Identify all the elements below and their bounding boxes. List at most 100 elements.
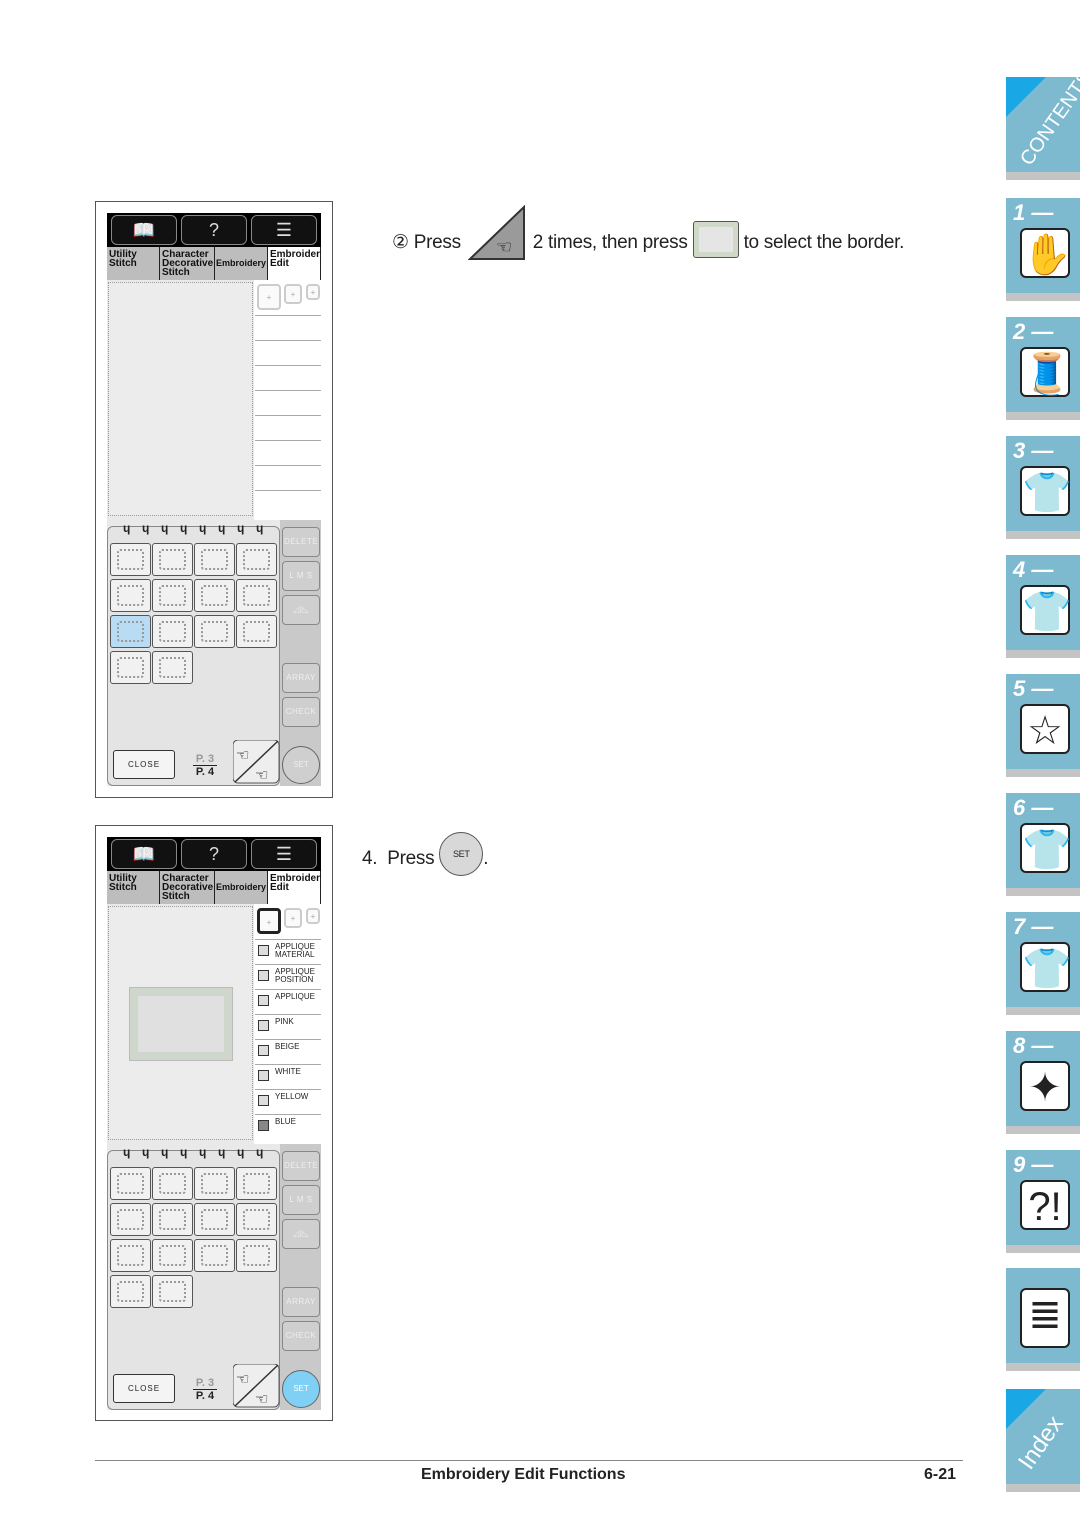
border-pattern-1[interactable] [110, 543, 151, 576]
check-button[interactable]: CHECK [282, 697, 320, 727]
border-pattern-6[interactable] [152, 579, 193, 612]
border-pattern-12[interactable] [236, 1239, 277, 1272]
page-turn-button[interactable]: ☜ ☜ [232, 1363, 280, 1408]
help-machine-icon[interactable]: ? [181, 839, 247, 869]
side-tab-4[interactable]: 4 — 👕 [1006, 555, 1080, 650]
page-turn-button[interactable]: ☜ ☜ [232, 739, 280, 784]
border-pattern-4[interactable] [236, 543, 277, 576]
border-pattern-2[interactable] [152, 543, 193, 576]
array-button[interactable]: ARRAY [282, 663, 320, 693]
side-tab-2[interactable]: 2 — 🧵 [1006, 317, 1080, 412]
thread-spool-icon [258, 1020, 269, 1031]
side-tab-appendix[interactable]: ≣ [1006, 1268, 1080, 1363]
side-tab-3[interactable]: 3 — 👕 [1006, 436, 1080, 531]
delete-button[interactable]: DELETE [282, 527, 320, 557]
pattern-outline [117, 549, 144, 570]
lms-button[interactable]: L M S [282, 561, 320, 591]
set-button[interactable]: SET [282, 1370, 320, 1408]
book-icon[interactable]: 📖 [111, 215, 177, 245]
footer-page-number: 6-21 [924, 1466, 957, 1483]
border-pattern-14[interactable] [152, 1275, 193, 1308]
border-pattern-7[interactable] [194, 1203, 235, 1236]
border-pattern-8[interactable] [236, 579, 277, 612]
tab-embroidery[interactable]: Embroidery [215, 871, 268, 904]
border-pattern-11[interactable] [194, 615, 235, 648]
machine-maintenance-icon: ✦ [1020, 1061, 1070, 1111]
border-pattern-5[interactable] [110, 1203, 151, 1236]
border-pattern-1[interactable] [110, 1167, 151, 1200]
tab-embroidery-edit[interactable]: Embroidery Edit [268, 247, 321, 280]
step-text-end: . [483, 848, 489, 870]
border-pattern-9[interactable] [110, 615, 151, 648]
set-button[interactable]: SET [282, 746, 320, 784]
tab-utility-stitch[interactable]: Utility Stitch [107, 247, 160, 280]
close-button[interactable]: CLOSE [113, 1374, 175, 1403]
thread-color-label: APPLIQUE MATERIAL [275, 942, 316, 959]
side-tab-6[interactable]: 6 — 👕 [1006, 793, 1080, 888]
thread-list: + + + [254, 280, 321, 520]
side-tab-1[interactable]: 1 — ✋ [1006, 198, 1080, 293]
border-pattern-12[interactable] [236, 615, 277, 648]
border-pattern-14[interactable] [152, 651, 193, 684]
chapter-number: 7 — [1013, 914, 1054, 939]
thread-color-label: YELLOW [275, 1092, 309, 1101]
border-pattern-3[interactable] [194, 543, 235, 576]
chapter-number: 3 — [1013, 438, 1054, 463]
side-tab-7[interactable]: 7 — 👕 [1006, 912, 1080, 1007]
settings-list-icon[interactable]: ☰ [251, 215, 317, 245]
presser-spool-icon: ɥ [123, 521, 131, 535]
hoop-size-icon[interactable]: + [284, 908, 302, 928]
border-pattern-11[interactable] [194, 1239, 235, 1272]
pattern-preview [108, 282, 253, 516]
pattern-outline [201, 585, 228, 606]
mirror-button[interactable]: ◿|◺ [282, 1219, 320, 1249]
side-tab-contents[interactable]: CONTENTS [1006, 67, 1080, 172]
tab-character-decorative-stitch[interactable]: Character Decorative Stitch [160, 871, 215, 904]
check-button[interactable]: CHECK [282, 1321, 320, 1351]
border-pattern-6[interactable] [152, 1203, 193, 1236]
pattern-outline [243, 1173, 270, 1194]
hoop-size-icon[interactable]: + [257, 908, 281, 934]
presser-spool-icon: ɥ [256, 1145, 264, 1159]
border-pattern-13[interactable] [110, 651, 151, 684]
help-machine-icon[interactable]: ? [181, 215, 247, 245]
border-pattern-5[interactable] [110, 579, 151, 612]
side-tab-9[interactable]: 9 —?! [1006, 1150, 1080, 1245]
pattern-outline [117, 1209, 144, 1230]
border-pattern-13[interactable] [110, 1275, 151, 1308]
side-tab-5[interactable]: 5 — ☆ [1006, 674, 1080, 769]
border-pattern-9[interactable] [110, 1239, 151, 1272]
tab-embroidery-edit[interactable]: Embroidery Edit [268, 871, 321, 904]
delete-button[interactable]: DELETE [282, 1151, 320, 1181]
presser-spool-icon: ɥ [199, 1145, 207, 1159]
array-button[interactable]: ARRAY [282, 1287, 320, 1317]
tab-embroidery[interactable]: Embroidery [215, 247, 268, 280]
side-tab-index[interactable]: Index [1006, 1389, 1080, 1484]
mirror-button[interactable]: ◿|◺ [282, 595, 320, 625]
side-tab-8[interactable]: 8 — ✦ [1006, 1031, 1080, 1126]
hoop-size-icon[interactable]: + [306, 908, 320, 924]
border-pattern-10[interactable] [152, 1239, 193, 1272]
hoop-size-icon[interactable]: + [257, 284, 281, 310]
thread-list: + + + APPLIQUE MATERIAL APPLIQUE POSITION APP… [254, 904, 321, 1144]
tab-utility-stitch[interactable]: Utility Stitch [107, 871, 160, 904]
machine-troubleshoot-icon: ?! [1020, 1180, 1070, 1230]
pattern-outline [159, 657, 186, 678]
close-button[interactable]: CLOSE [113, 750, 175, 779]
page-indicator: P. 3 P. 4 [193, 1377, 217, 1402]
thread-row: APPLIQUE MATERIAL [255, 939, 321, 964]
border-pattern-10[interactable] [152, 615, 193, 648]
border-pattern-4[interactable] [236, 1167, 277, 1200]
settings-list-icon[interactable]: ☰ [251, 839, 317, 869]
book-icon[interactable]: 📖 [111, 839, 177, 869]
lms-button[interactable]: L M S [282, 1185, 320, 1215]
tab-character-decorative-stitch[interactable]: Character Decorative Stitch [160, 247, 215, 280]
hoop-size-icon[interactable]: + [284, 284, 302, 304]
pattern-outline [243, 1209, 270, 1230]
hoop-size-icon[interactable]: + [306, 284, 320, 300]
border-pattern-2[interactable] [152, 1167, 193, 1200]
presser-spool-icon: ɥ [237, 1145, 245, 1159]
border-pattern-8[interactable] [236, 1203, 277, 1236]
border-pattern-3[interactable] [194, 1167, 235, 1200]
border-pattern-7[interactable] [194, 579, 235, 612]
